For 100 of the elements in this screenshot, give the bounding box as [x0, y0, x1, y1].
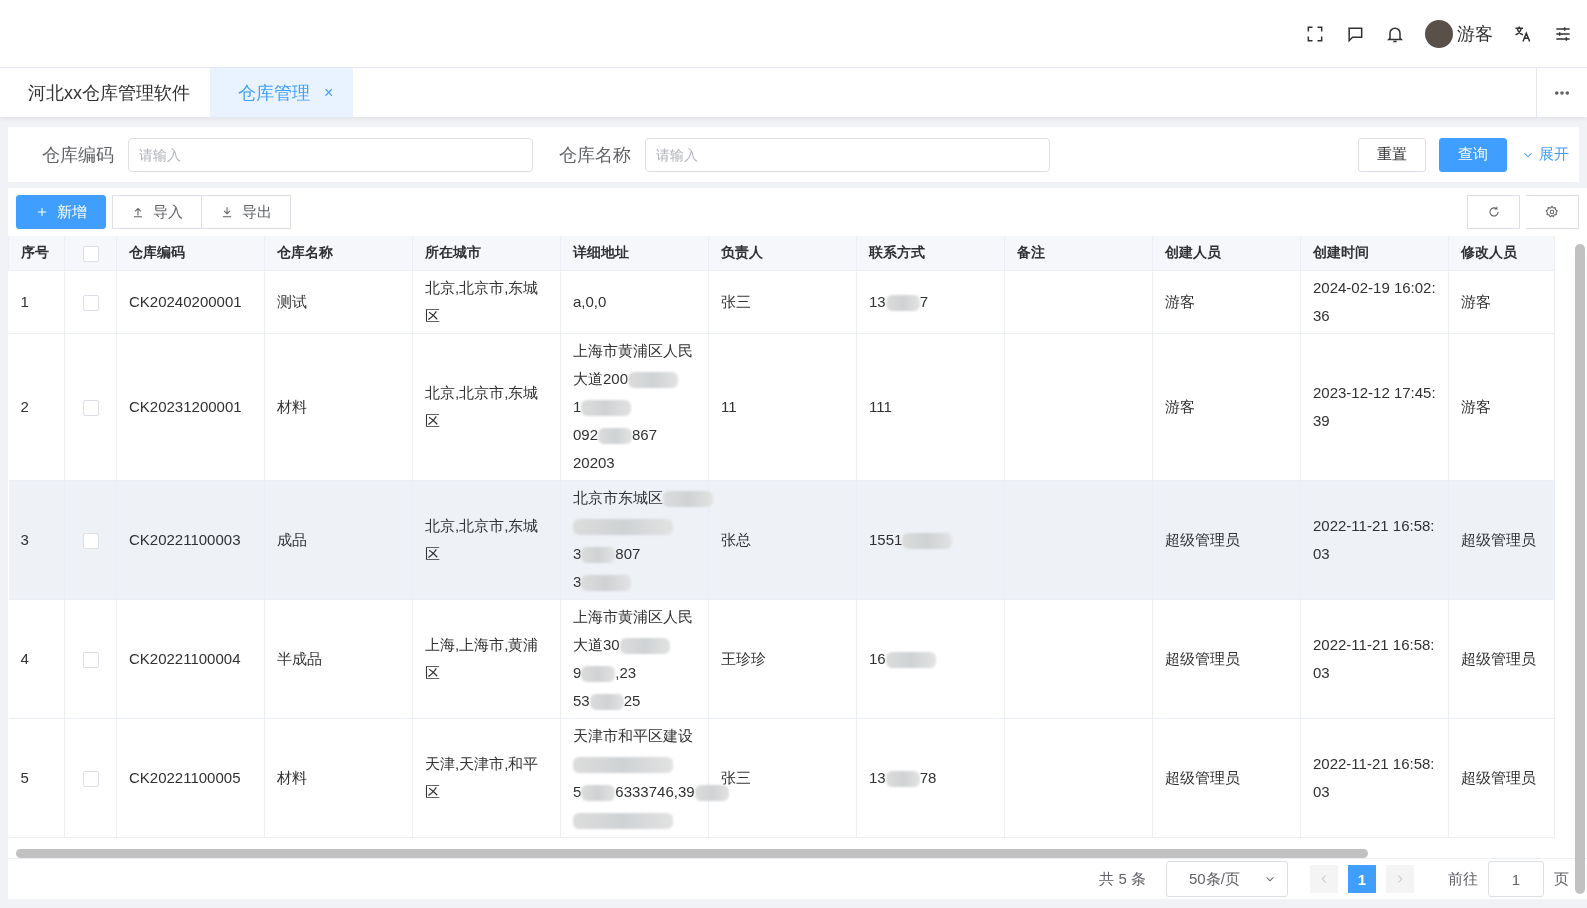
- reset-button[interactable]: 重置: [1358, 137, 1426, 172]
- table-cell: CK20240200001: [129, 293, 242, 310]
- table-cell: 测试: [277, 293, 307, 310]
- table-row[interactable]: 4 CK20221100004 半成品 上海,上海市,黄浦区 上海市黄浦区人民 大道30 9 ,23 53 25 王珍珍 16 超级管理员 2022-11-21 16:58:03 超级管理员: [8, 599, 1555, 719]
- table-cell: 4: [20, 650, 29, 667]
- table-cell: 53: [573, 692, 590, 709]
- goto-label: 前往: [1448, 869, 1478, 889]
- settings-icon[interactable]: [1545, 205, 1559, 219]
- table-cell: a,0,0: [573, 293, 607, 310]
- table-cell: 上海,上海市,黄浦区: [425, 636, 539, 681]
- table-cell: CK20231200001: [129, 398, 242, 415]
- tab[interactable]: 河北xx仓库管理软件: [0, 68, 210, 117]
- next-page-button[interactable]: [1386, 865, 1414, 893]
- table-cell: 2024-02-19 16:02:36: [1313, 279, 1436, 324]
- table-cell: 超级管理员: [1461, 650, 1536, 667]
- blurred-text: [902, 533, 953, 550]
- toolbar-button[interactable]: 导出: [202, 195, 291, 229]
- blurred-text: [581, 547, 616, 564]
- table-cell: 游客: [1165, 398, 1195, 415]
- table-cell: 20203: [573, 454, 615, 471]
- checkbox[interactable]: [82, 533, 99, 550]
- table-cell: 游客: [1461, 398, 1491, 415]
- table-cell: 78: [919, 769, 937, 786]
- checkbox[interactable]: [82, 295, 99, 312]
- table-cell: 5: [20, 769, 29, 786]
- table-cell: 超级管理员: [1165, 769, 1240, 786]
- table-cell: 6333746,39: [615, 783, 695, 800]
- table-row[interactable]: 3 CK20221100003 成品 北京,北京市,东城区 北京市东城区 3 807 3 张总 1551 超级管理员 2022-11-21 16:58:03 超级管理员: [8, 480, 1555, 600]
- column-header: 备注: [1017, 244, 1045, 260]
- blurred-text: [589, 694, 624, 711]
- input-field[interactable]: 请输入: [128, 137, 533, 172]
- table-cell: 16: [869, 650, 886, 667]
- download-icon: [220, 205, 234, 219]
- toolbar-button[interactable]: 导入: [112, 195, 202, 229]
- table-cell: 北京市东城区: [573, 489, 663, 506]
- table-cell: 材料: [277, 398, 307, 415]
- column-header: 联系方式: [869, 244, 925, 260]
- refresh-icon[interactable]: [1486, 205, 1501, 219]
- blurred-text: [581, 400, 632, 417]
- column-header: 所在城市: [425, 244, 481, 260]
- table-cell: 张总: [721, 531, 751, 548]
- table-cell: 游客: [1165, 293, 1195, 310]
- table-cell: ,23: [615, 664, 637, 681]
- plus-icon: [35, 205, 49, 219]
- table-cell: 北京,北京市,东城区: [425, 517, 539, 562]
- vertical-scrollbar[interactable]: [1575, 244, 1585, 894]
- table-cell: 超级管理员: [1165, 531, 1240, 548]
- table-row[interactable]: 2 CK20231200001 材料 北京,北京市,东城区 上海市黄浦区人民 大道200 1 092 867 20203 11 111 游客 2023-12-12 17:45:39 游客: [8, 333, 1555, 481]
- table-row[interactable]: 1 CK20240200001 测试 北京,北京市,东城区 a,0,0 张三 13 7 游客 2024-02-19 16:02:36 游客: [8, 270, 1555, 334]
- table-cell: 大道30: [573, 636, 620, 653]
- input-field[interactable]: 请输入: [645, 137, 1050, 172]
- table-cell: 9: [573, 664, 582, 681]
- checkbox[interactable]: [82, 771, 99, 788]
- checkbox[interactable]: [82, 652, 99, 669]
- table-cell: 5: [573, 783, 582, 800]
- table-cell: 3: [573, 573, 582, 590]
- blurred-text: [581, 666, 616, 683]
- blurred-text: [581, 575, 632, 592]
- table-cell: CK20221100003: [129, 531, 241, 548]
- checkbox[interactable]: [82, 245, 99, 262]
- column-header: 创建时间: [1313, 244, 1369, 260]
- table-cell: 25: [623, 692, 641, 709]
- field-label: 仓库编码: [42, 143, 114, 167]
- blurred-text: [598, 428, 633, 445]
- page-suffix: 页: [1554, 869, 1569, 889]
- table-cell: 张三: [721, 769, 751, 786]
- page-size-select[interactable]: 50条/页: [1166, 861, 1288, 897]
- user-menu[interactable]: 游客: [1425, 19, 1493, 48]
- blurred-text: [619, 638, 670, 655]
- blurred-text: [885, 771, 920, 788]
- blurred-text: [885, 652, 936, 669]
- table-cell: 北京,北京市,东城区: [425, 384, 539, 429]
- table-cell: 2022-11-21 16:58:03: [1313, 517, 1435, 562]
- table-cell: 1: [20, 293, 29, 310]
- blurred-text: [885, 295, 920, 312]
- table-cell: 13: [869, 769, 886, 786]
- blurred-text: [581, 785, 616, 802]
- total-count: 共 5 条: [1099, 869, 1146, 889]
- checkbox[interactable]: [82, 400, 99, 417]
- page-input[interactable]: 1: [1488, 861, 1544, 897]
- table-cell: 大道200: [573, 370, 629, 387]
- table-cell: 2022-11-21 16:58:03: [1313, 636, 1435, 681]
- table-cell: 2023-12-12 17:45:39: [1313, 384, 1436, 429]
- table-cell: 超级管理员: [1461, 531, 1536, 548]
- blurred-text: [663, 491, 713, 508]
- table-cell: 3: [20, 531, 29, 548]
- table-row[interactable]: 5 CK20221100005 材料 天津,天津市,和平区 天津市和平区建设 5 6333746,39 张三 13 78 超级管理员 2022-11-21 16:58:03 超级管理员: [8, 718, 1555, 838]
- table-cell: 2022-11-21 16:58:03: [1313, 755, 1435, 800]
- table-cell: 867: [632, 426, 658, 443]
- table-cell: 成品: [277, 531, 307, 548]
- horizontal-scrollbar[interactable]: [16, 849, 1368, 858]
- table-cell: 7: [919, 293, 929, 310]
- column-header: 仓库名称: [277, 244, 333, 260]
- previous-page-button[interactable]: [1310, 865, 1338, 893]
- table-cell: 游客: [1461, 293, 1491, 310]
- avatar-icon: [1425, 19, 1453, 48]
- table-cell: 1: [573, 398, 582, 415]
- blurred-text: [694, 785, 729, 802]
- table-cell: 1551: [869, 531, 903, 548]
- table-cell: 上海市黄浦区人民: [573, 342, 693, 359]
